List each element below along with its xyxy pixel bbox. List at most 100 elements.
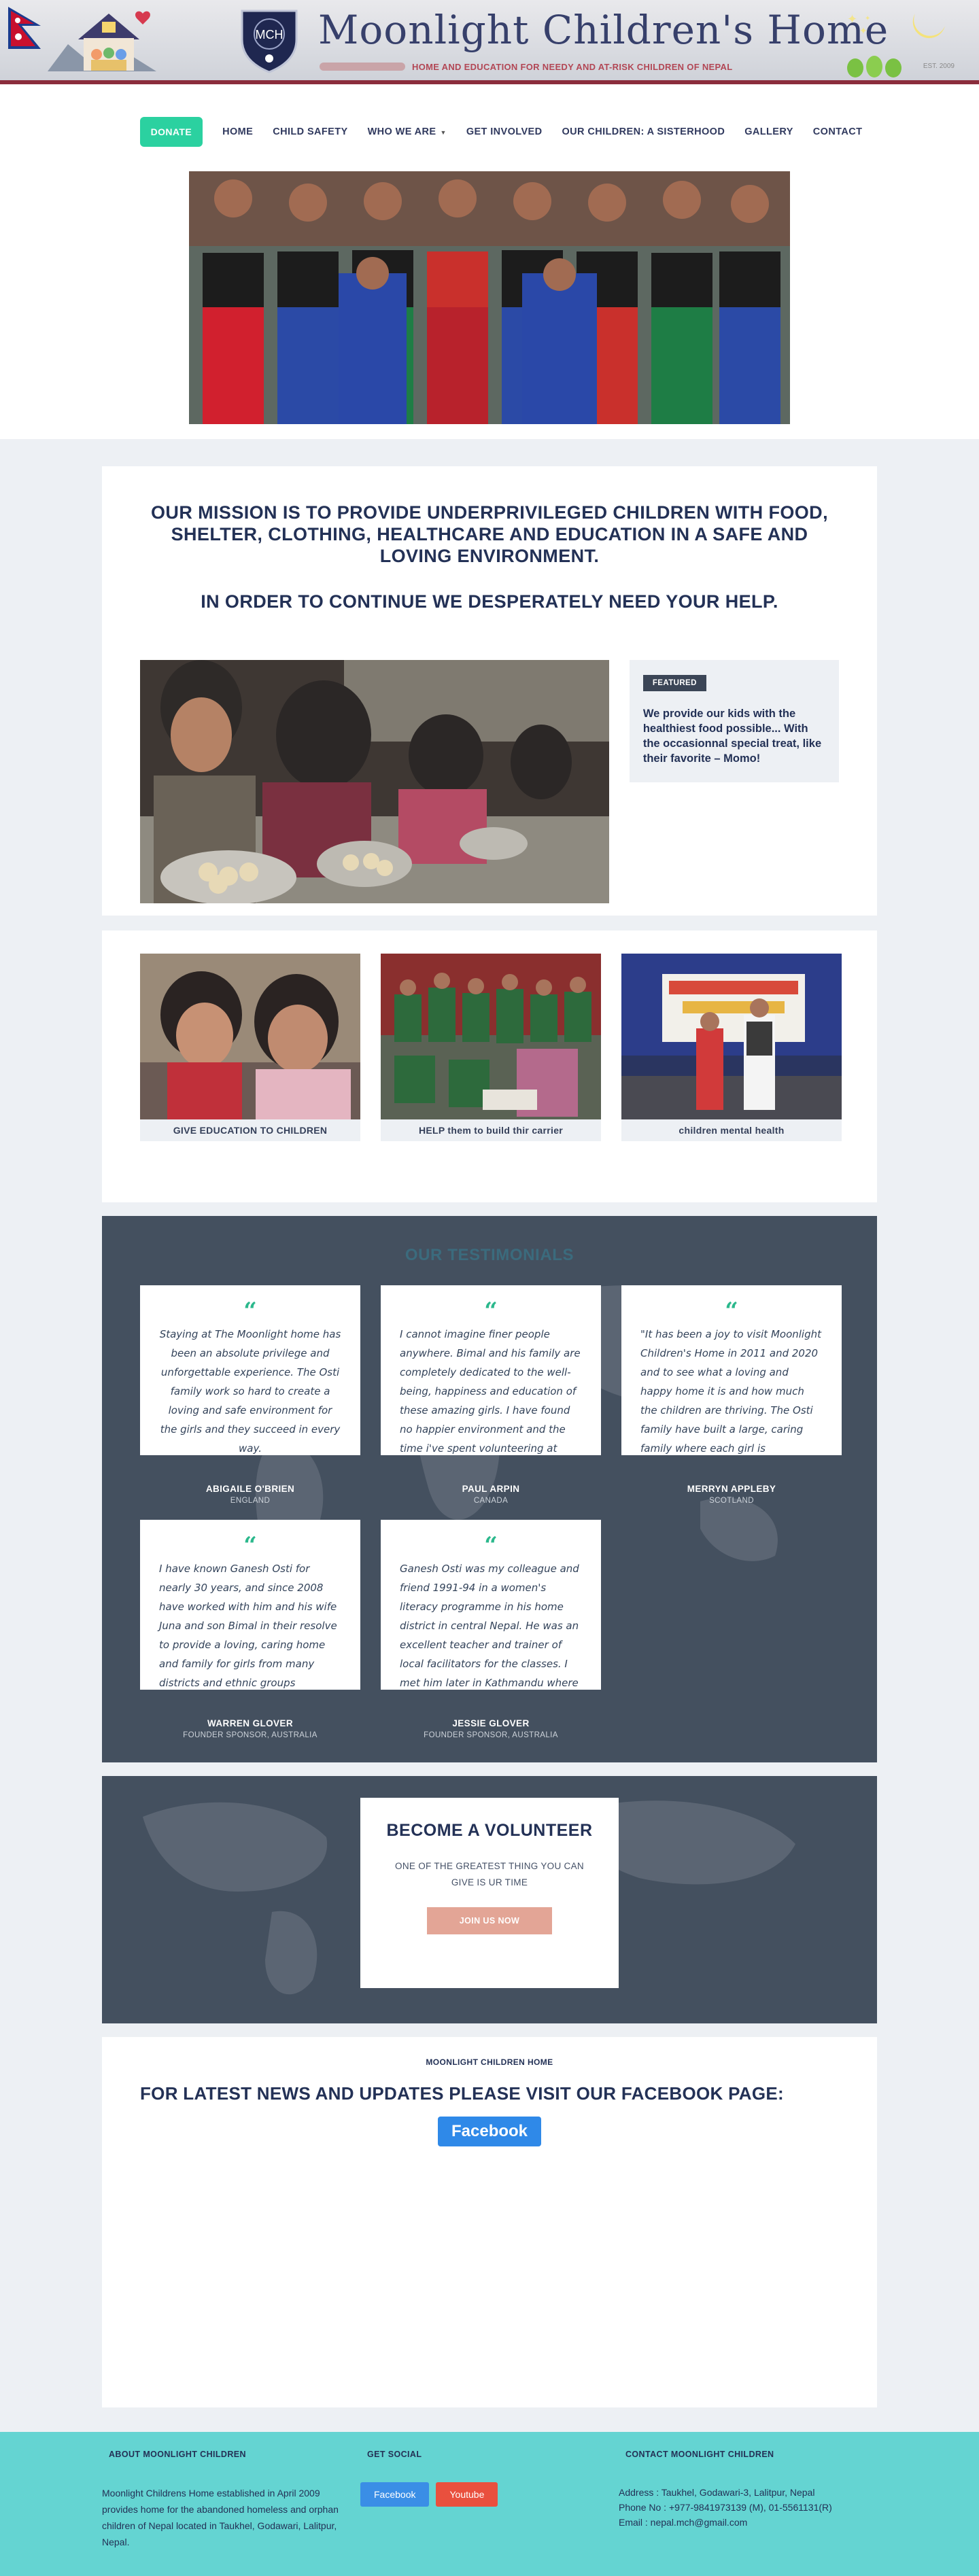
site-banner: MCH Moonlight Children's Home HOME AND E… bbox=[0, 0, 979, 84]
footer-about-text: Moonlight Childrens Home established in … bbox=[102, 2488, 339, 2547]
nav-who-we-are-label: WHO WE ARE bbox=[367, 126, 436, 137]
nav-home[interactable]: HOME bbox=[222, 126, 253, 137]
nav-our-children[interactable]: OUR CHILDREN: A SISTERHOOD bbox=[562, 126, 725, 137]
featured-photo-illustration bbox=[140, 660, 609, 903]
volunteer-title: BECOME A VOLUNTEER bbox=[386, 1821, 593, 1840]
program-image bbox=[140, 954, 360, 1119]
site-footer: ABOUT MOONLIGHT CHILDREN Moonlight Child… bbox=[0, 2432, 979, 2576]
footer-address: Address : Taukhel, Godawari-3, Lalitpur,… bbox=[619, 2487, 815, 2498]
program-caption: HELP them to build thir carrier bbox=[381, 1119, 601, 1141]
join-us-button[interactable]: JOIN US NOW bbox=[426, 1907, 553, 1934]
testimonial-location: ENGLAND bbox=[230, 1497, 271, 1505]
testimonial: “ Staying at The Moonlight home has been… bbox=[140, 1285, 360, 1505]
testimonial-text: I cannot imagine finer people anywhere. … bbox=[400, 1328, 581, 1455]
featured-badge: FEATURED bbox=[642, 675, 706, 691]
volunteer-card: BECOME A VOLUNTEER ONE OF THE GREATEST T… bbox=[360, 1798, 619, 1988]
footer-youtube-button[interactable]: Youtube bbox=[436, 2482, 498, 2507]
nepal-flag-icon bbox=[8, 7, 41, 49]
hero-section bbox=[0, 171, 979, 439]
program-card[interactable]: GIVE EDUCATION TO CHILDREN bbox=[140, 954, 360, 1141]
nav-contact[interactable]: CONTACT bbox=[813, 126, 863, 137]
testimonial-location: FOUNDER SPONSOR, AUSTRALIA bbox=[424, 1731, 558, 1739]
established-label: EST. 2009 bbox=[923, 63, 955, 70]
testimonials-section: OUR TESTIMONIALS “ Staying at The Moonli… bbox=[102, 1216, 877, 1762]
news-small-title: MOONLIGHT CHILDREN HOME bbox=[426, 2057, 553, 2067]
footer-email[interactable]: Email : nepal.mch@gmail.com bbox=[619, 2515, 877, 2530]
programs-section: GIVE EDUCATION TO CHILDREN HELP them to … bbox=[102, 930, 877, 1202]
hero-photo-illustration bbox=[189, 171, 790, 424]
program-image bbox=[381, 954, 601, 1119]
testimonial-card: “ "It has been a joy to visit Moonlight … bbox=[621, 1285, 842, 1455]
testimonial-text: Staying at The Moonlight home has been a… bbox=[159, 1328, 341, 1455]
testimonial-author: ABIGAILE O'BRIEN bbox=[205, 1484, 295, 1494]
featured-text[interactable]: We provide our kids with the healthiest … bbox=[643, 706, 825, 766]
tagline-bar bbox=[320, 63, 405, 71]
crest-text: MCH bbox=[256, 28, 284, 41]
footer-contact-title: CONTACT MOONLIGHT CHILDREN bbox=[625, 2450, 774, 2459]
program-card[interactable]: children mental health bbox=[621, 954, 842, 1141]
mission-section: OUR MISSION IS TO PROVIDE UNDERPRIVILEGE… bbox=[102, 466, 877, 916]
testimonial: “ "It has been a joy to visit Moonlight … bbox=[621, 1285, 842, 1505]
program-card[interactable]: HELP them to build thir carrier bbox=[381, 954, 601, 1141]
footer-phone: Phone No : +977-9841973139 (M), 01-55611… bbox=[619, 2502, 832, 2513]
nav-child-safety[interactable]: CHILD SAFETY bbox=[273, 126, 347, 137]
testimonials-title: OUR TESTIMONIALS bbox=[405, 1246, 574, 1264]
program-photo-illustration bbox=[381, 954, 601, 1119]
testimonial-location: SCOTLAND bbox=[709, 1497, 754, 1505]
donate-button[interactable]: DONATE bbox=[139, 117, 203, 147]
quote-icon: “ bbox=[484, 1298, 498, 1325]
program-image bbox=[621, 954, 842, 1119]
testimonial-text: Ganesh Osti was my colleague and friend … bbox=[400, 1563, 579, 1689]
svg-text:✦: ✦ bbox=[859, 26, 868, 37]
quote-icon: “ bbox=[725, 1298, 738, 1325]
footer-social: GET SOCIAL Facebook Youtube bbox=[360, 2450, 619, 2576]
testimonial-text: I have known Ganesh Osti for nearly 30 y… bbox=[159, 1563, 337, 1689]
volunteer-subtitle: ONE OF THE GREATEST THING YOU CAN GIVE I… bbox=[395, 1861, 584, 1887]
news-section: MOONLIGHT CHILDREN HOME FOR LATEST NEWS … bbox=[102, 2037, 877, 2407]
quote-icon: “ bbox=[484, 1532, 498, 1559]
home-logo-icon bbox=[48, 11, 156, 71]
nav-gallery[interactable]: GALLERY bbox=[744, 126, 793, 137]
facebook-page-button[interactable]: Facebook bbox=[437, 2117, 542, 2146]
nav-get-involved[interactable]: GET INVOLVED bbox=[466, 126, 543, 137]
site-title: Moonlight Children's Home bbox=[318, 7, 889, 53]
quote-icon: “ bbox=[243, 1298, 257, 1325]
testimonial-author: WARREN GLOVER bbox=[207, 1718, 293, 1728]
footer-about-title: ABOUT MOONLIGHT CHILDREN bbox=[109, 2450, 246, 2459]
volunteer-section: BECOME A VOLUNTEER ONE OF THE GREATEST T… bbox=[102, 1776, 877, 2023]
testimonial: “ I have known Ganesh Osti for nearly 30… bbox=[140, 1520, 360, 1739]
testimonial-card: “ Ganesh Osti was my colleague and frien… bbox=[381, 1520, 601, 1690]
program-caption: children mental health bbox=[621, 1119, 842, 1141]
site-tagline: HOME AND EDUCATION FOR NEEDY AND AT-RISK… bbox=[412, 62, 733, 72]
program-caption: GIVE EDUCATION TO CHILDREN bbox=[140, 1119, 360, 1141]
svg-text:✦: ✦ bbox=[865, 15, 870, 22]
quote-icon: “ bbox=[243, 1532, 257, 1559]
footer-contact: CONTACT MOONLIGHT CHILDREN Address : Tau… bbox=[619, 2450, 877, 2576]
nav-who-we-are[interactable]: WHO WE ARE ▼ bbox=[368, 126, 447, 137]
testimonial-author: JESSIE GLOVER bbox=[452, 1718, 530, 1728]
testimonial: “ Ganesh Osti was my colleague and frien… bbox=[381, 1520, 601, 1739]
testimonial: “ I cannot imagine finer people anywhere… bbox=[381, 1285, 601, 1505]
hero-image bbox=[189, 171, 790, 424]
testimonial-card: “ Staying at The Moonlight home has been… bbox=[140, 1285, 360, 1455]
plants-icon bbox=[847, 56, 901, 77]
featured-box[interactable]: FEATURED We provide our kids with the he… bbox=[629, 660, 839, 782]
featured-image[interactable] bbox=[140, 660, 609, 903]
footer-social-title: GET SOCIAL bbox=[367, 2450, 422, 2459]
mission-heading: OUR MISSION IS TO PROVIDE UNDERPRIVILEGE… bbox=[151, 502, 828, 566]
program-photo-illustration bbox=[140, 954, 360, 1119]
moon-icon bbox=[912, 14, 945, 39]
svg-text:✦: ✦ bbox=[847, 12, 857, 27]
news-heading: FOR LATEST NEWS AND UPDATES PLEASE VISIT… bbox=[140, 2083, 785, 2104]
testimonial-location: FOUNDER SPONSOR, AUSTRALIA bbox=[183, 1731, 317, 1739]
testimonial-card: “ I cannot imagine finer people anywhere… bbox=[381, 1285, 601, 1455]
caret-down-icon: ▼ bbox=[440, 129, 447, 136]
mission-subheading: IN ORDER TO CONTINUE WE DESPERATELY NEED… bbox=[201, 591, 778, 612]
footer-about: ABOUT MOONLIGHT CHILDREN Moonlight Child… bbox=[102, 2450, 360, 2576]
testimonial-author: MERRYN APPLEBY bbox=[687, 1484, 776, 1494]
stars-icon: ✦ ✦ ✦ bbox=[847, 12, 870, 37]
testimonial-text: "It has been a joy to visit Moonlight Ch… bbox=[640, 1328, 822, 1455]
main-nav: DONATE HOME CHILD SAFETY WHO WE ARE ▼ GET… bbox=[0, 84, 979, 171]
mch-crest-icon: MCH bbox=[241, 10, 298, 73]
footer-facebook-button[interactable]: Facebook bbox=[360, 2482, 430, 2507]
